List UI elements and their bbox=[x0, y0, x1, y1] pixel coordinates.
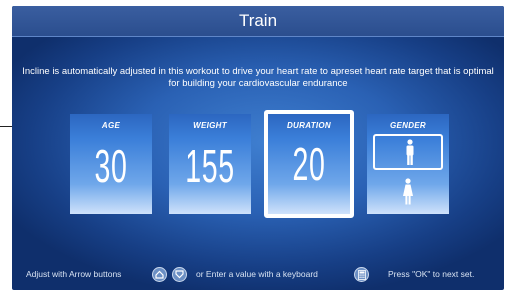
weight-label: WEIGHT bbox=[193, 121, 227, 130]
arrow-up-button[interactable] bbox=[152, 267, 167, 282]
keyboard-hint: or Enter a value with a keyboard bbox=[196, 269, 318, 279]
workout-description: Incline is automatically adjusted in thi… bbox=[22, 66, 494, 89]
arrow-down-icon bbox=[175, 270, 184, 279]
age-card[interactable]: AGE 30 bbox=[70, 114, 152, 214]
duration-card[interactable]: DURATION 20 bbox=[264, 110, 354, 218]
gender-option-female[interactable] bbox=[399, 178, 417, 208]
gender-option-male[interactable] bbox=[373, 134, 443, 170]
gender-card[interactable]: GENDER bbox=[367, 114, 449, 214]
male-icon bbox=[406, 139, 414, 165]
page-title: Train bbox=[12, 6, 504, 37]
duration-label: DURATION bbox=[286, 121, 332, 130]
arrow-down-button[interactable] bbox=[172, 267, 187, 282]
arrow-up-icon bbox=[155, 270, 164, 279]
keypad-button[interactable] bbox=[354, 267, 369, 282]
female-icon bbox=[403, 178, 413, 205]
keypad-icon bbox=[358, 270, 366, 280]
weight-value: 155 bbox=[185, 140, 235, 192]
age-value: 30 bbox=[94, 140, 128, 192]
footer-hints: Adjust with Arrow buttons or Enter a val… bbox=[12, 264, 504, 284]
duration-value: 20 bbox=[292, 138, 326, 190]
weight-card[interactable]: WEIGHT 155 bbox=[169, 114, 251, 214]
adjust-hint: Adjust with Arrow buttons bbox=[26, 269, 122, 279]
ok-hint: Press "OK" to next set. bbox=[388, 269, 475, 279]
age-label: AGE bbox=[101, 121, 121, 130]
train-screen: Train Incline is automatically adjusted … bbox=[12, 6, 504, 290]
gender-label: GENDER bbox=[389, 121, 427, 130]
